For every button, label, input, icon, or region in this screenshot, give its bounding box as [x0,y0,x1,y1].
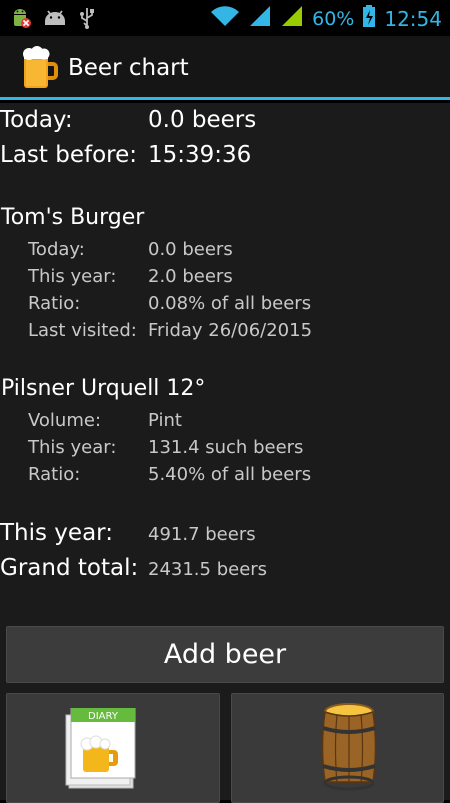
this-year-total-row: This year: 491.7 beers [0,520,256,546]
main-content: Today: 0.0 beers Last before: 15:39:36 T… [0,103,450,803]
place-name: Tom's Burger [1,205,145,230]
beer-row: Ratio: 5.40% of all beers [0,464,311,485]
beer-row: Volume: Pint [0,410,182,431]
place-row-value: Friday 26/06/2015 [148,320,313,341]
grand-total-label: Grand total: [0,555,139,581]
grand-total-row: Grand total: 2431.5 beers [0,555,267,581]
today-row: Today: 0.0 beers [0,107,256,133]
android-icon [42,7,68,33]
place-row-label: Today: [28,239,85,260]
beer-row-label: Ratio: [28,464,81,485]
beer-row-value: Pint [148,410,182,431]
beer-row: This year: 131.4 such beers [0,437,303,458]
today-label: Today: [0,107,73,133]
place-row: Today: 0.0 beers [0,239,233,260]
place-row-label: Last visited: [28,320,137,341]
last-before-label: Last before: [0,142,137,168]
place-row-value: 0.08% of all beers [148,293,312,314]
place-row: This year: 2.0 beers [0,266,233,287]
signal-icon-1 [248,4,272,33]
this-year-total-label: This year: [0,520,113,546]
app-title: Beer chart [68,55,189,81]
add-beer-button[interactable]: Add beer [6,626,444,683]
place-row-label: This year: [28,266,117,287]
clock: 12:54 [384,6,442,31]
signal-icon-2 [280,4,304,33]
place-row-label: Ratio: [28,293,81,314]
svg-text:DIARY: DIARY [88,711,119,722]
usb-icon [78,6,96,34]
diary-icon: DIARY [65,707,141,794]
action-bar-divider [0,97,450,100]
place-row-value: 2.0 beers [148,266,233,287]
this-year-total-value: 491.7 beers [148,524,256,545]
system-icons: 60% 12:54 [210,4,442,33]
barrel-icon [320,702,378,796]
beer-row-value: 5.40% of all beers [148,464,312,485]
beer-row-label: Volume: [28,410,102,431]
barrel-button[interactable] [231,693,444,803]
beer-row-value: 131.4 such beers [148,437,304,458]
android-debug-icon [8,6,32,34]
wifi-icon [210,4,240,33]
battery-percent: 60% [312,7,355,30]
grand-total-value: 2431.5 beers [148,559,268,580]
beer-mug-icon[interactable] [22,46,60,94]
today-value: 0.0 beers [148,107,257,133]
status-bar: 60% 12:54 [0,0,450,36]
action-bar: Beer chart [0,36,450,100]
last-before-row: Last before: 15:39:36 [0,142,251,168]
place-row-value: 0.0 beers [148,239,233,260]
notification-icons [8,6,96,34]
diary-button[interactable]: DIARY [6,693,220,803]
beer-row-label: This year: [28,437,117,458]
battery-charging-icon [362,4,376,33]
place-row: Ratio: 0.08% of all beers [0,293,311,314]
beer-name: Pilsner Urquell 12° [1,376,206,401]
place-row: Last visited: Friday 26/06/2015 [0,320,312,341]
last-before-value: 15:39:36 [148,142,252,168]
